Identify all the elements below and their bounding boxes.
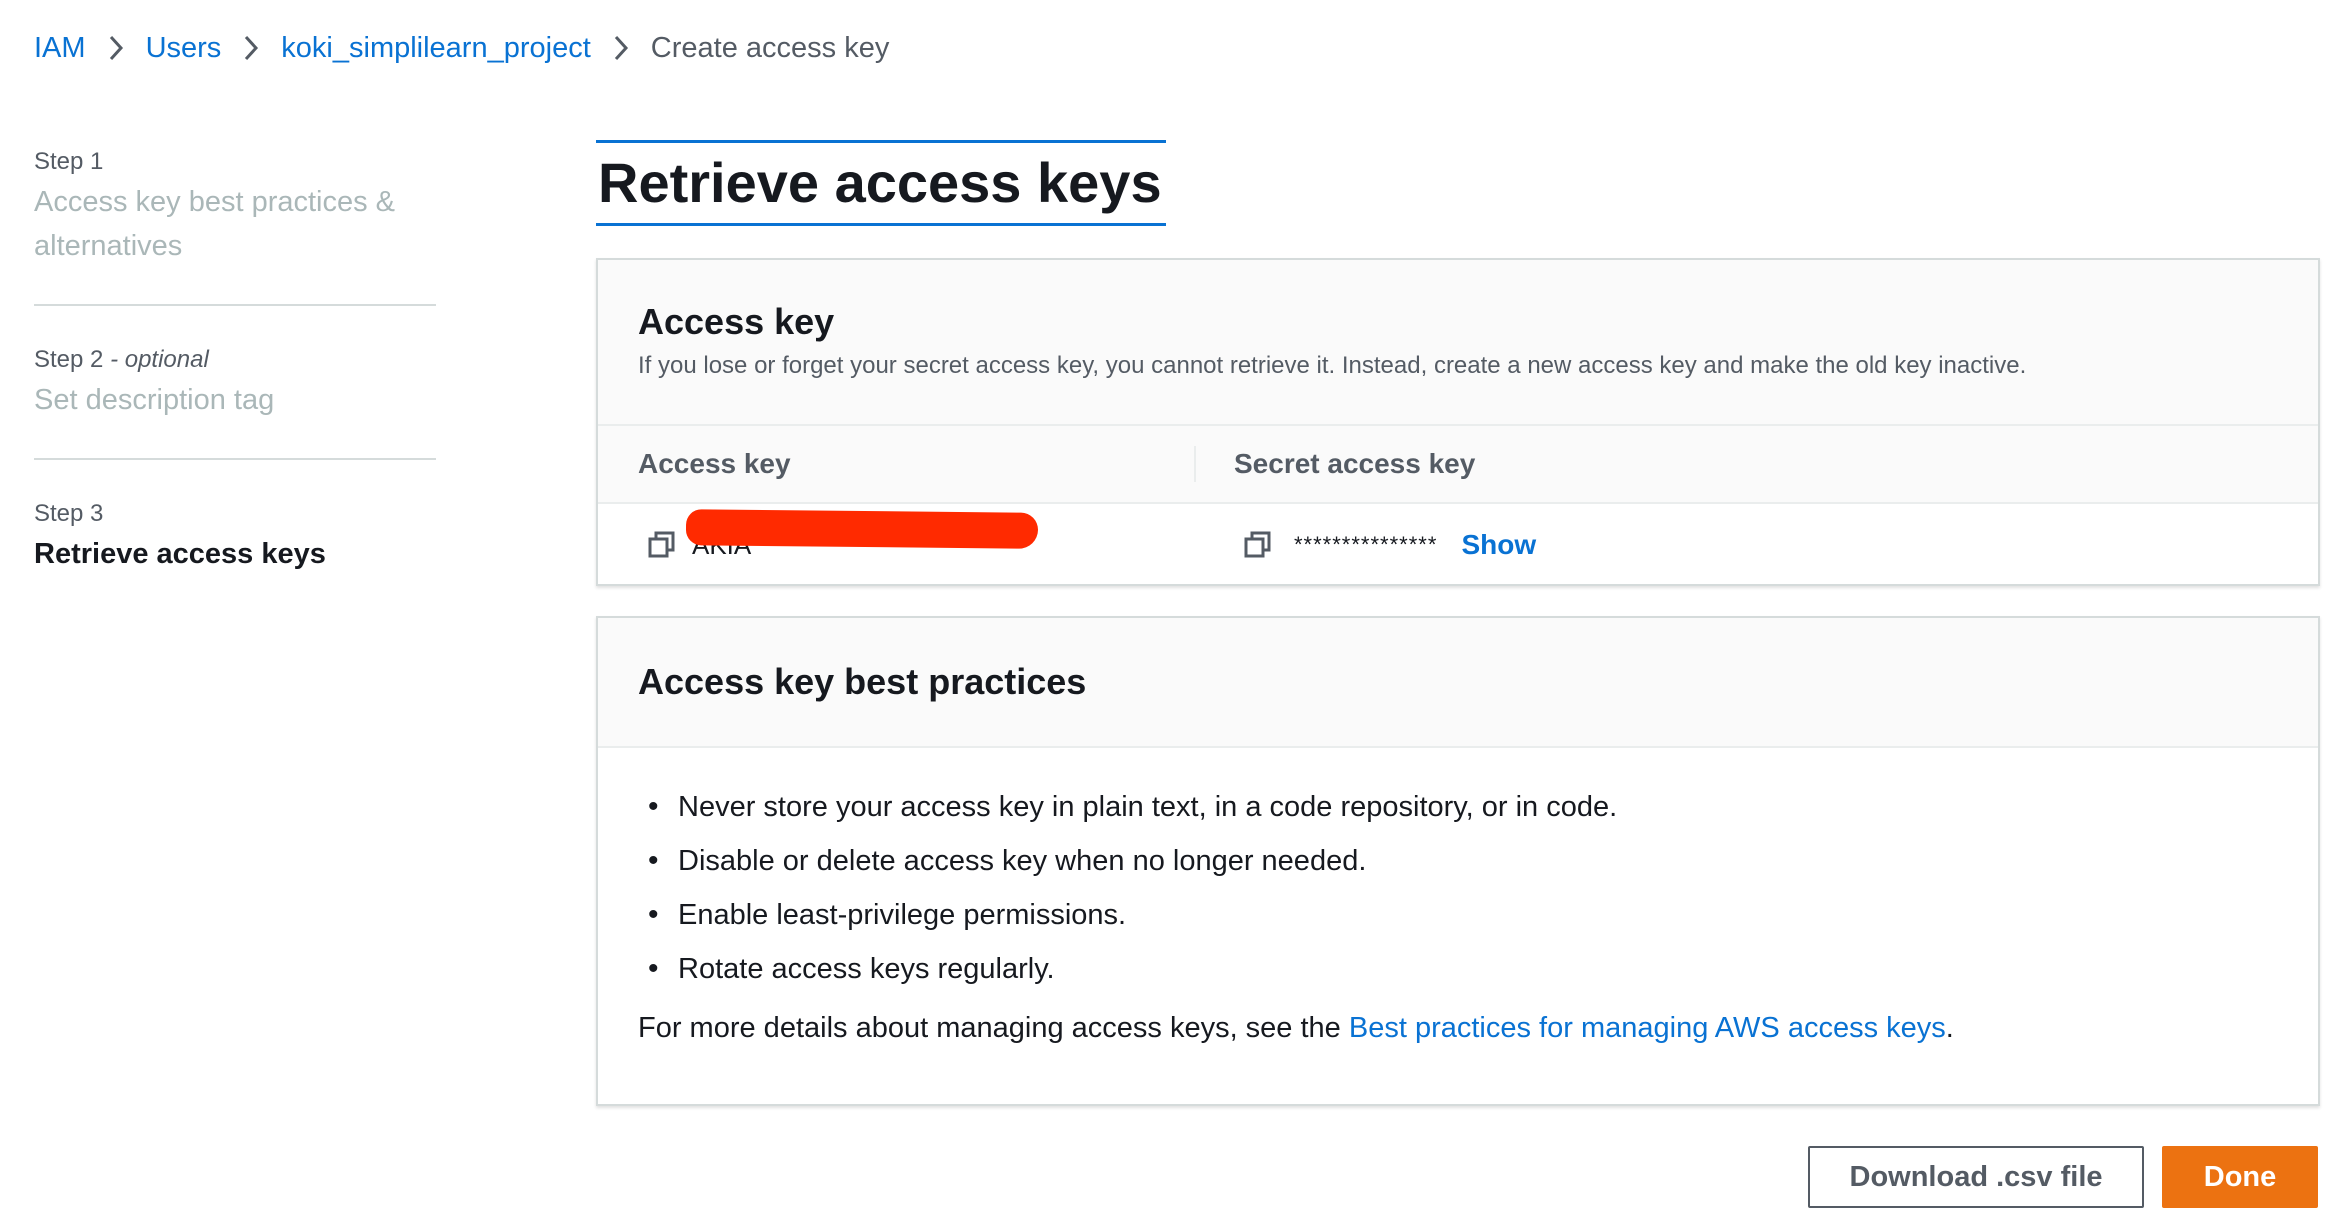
breadcrumb: IAM Users koki_simplilearn_project Creat… xyxy=(34,26,889,70)
column-header-access-key: Access key xyxy=(598,446,1196,482)
done-button[interactable]: Done xyxy=(2162,1146,2318,1208)
more-details-suffix: . xyxy=(1945,1012,1954,1044)
step-number: Step 2 - optional xyxy=(34,342,436,378)
best-practices-panel: Access key best practices Never store yo… xyxy=(596,616,2320,1106)
best-practices-link[interactable]: Best practices for managing AWS access k… xyxy=(1349,1012,1946,1044)
practices-body: Never store your access key in plain tex… xyxy=(598,748,2318,1050)
step-number-label: Step 2 xyxy=(34,346,104,373)
wizard-steps: Step 1 Access key best practices & alter… xyxy=(34,140,436,576)
panel-header: Access key best practices xyxy=(598,618,2318,748)
panel-title: Access key best practices xyxy=(638,661,1087,702)
secret-key-value: *************** xyxy=(1294,532,1438,557)
key-table-row: AKIA *************** Show xyxy=(598,504,2318,586)
step-divider xyxy=(34,458,436,460)
redaction-mark xyxy=(685,509,1039,549)
panel-title: Access key xyxy=(638,301,835,342)
panel-header: Access key If you lose or forget your se… xyxy=(598,260,2318,426)
list-item: Rotate access keys regularly. xyxy=(648,942,2278,996)
wizard-step-3: Step 3 Retrieve access keys xyxy=(34,492,436,576)
breadcrumb-current: Create access key xyxy=(650,31,890,64)
download-csv-button[interactable]: Download .csv file xyxy=(1808,1146,2144,1208)
list-item: Disable or delete access key when no lon… xyxy=(648,834,2278,888)
list-item: Never store your access key in plain tex… xyxy=(648,780,2278,834)
wizard-step-1: Step 1 Access key best practices & alter… xyxy=(34,140,436,268)
list-item: Enable least-privilege permissions. xyxy=(648,888,2278,942)
practices-list: Never store your access key in plain tex… xyxy=(638,780,2278,996)
access-key-panel: Access key If you lose or forget your se… xyxy=(596,258,2320,586)
column-header-secret-key: Secret access key xyxy=(1234,448,1476,479)
page-title: Retrieve access keys xyxy=(596,140,1166,226)
copy-icon[interactable] xyxy=(1242,529,1274,561)
chevron-right-icon xyxy=(86,26,146,70)
chevron-right-icon xyxy=(591,26,651,70)
step-title: Set description tag xyxy=(34,384,275,416)
more-details-text: For more details about managing access k… xyxy=(638,1006,2278,1050)
access-key-cell: AKIA xyxy=(598,509,1196,561)
breadcrumb-link-users[interactable]: Users xyxy=(146,32,222,65)
step-number: Step 3 xyxy=(34,500,104,527)
chevron-right-icon xyxy=(221,26,281,70)
breadcrumb-link-iam[interactable]: IAM xyxy=(34,32,86,65)
secret-key-cell: *************** Show xyxy=(1196,529,1536,561)
step-divider xyxy=(34,304,436,306)
step-optional-label: - optional xyxy=(110,346,209,373)
panel-description: If you lose or forget your secret access… xyxy=(638,352,2027,379)
copy-icon[interactable] xyxy=(646,529,678,561)
step-number: Step 1 xyxy=(34,148,104,175)
step-title: Access key best practices & alternatives xyxy=(34,186,396,262)
more-details-prefix: For more details about managing access k… xyxy=(638,1012,1349,1044)
show-secret-link[interactable]: Show xyxy=(1461,529,1536,561)
wizard-step-2: Step 2 - optional Set description tag xyxy=(34,338,436,422)
breadcrumb-link-user[interactable]: koki_simplilearn_project xyxy=(281,32,590,65)
step-title-active: Retrieve access keys xyxy=(34,538,326,570)
key-table-header: Access key Secret access key xyxy=(598,426,2318,504)
